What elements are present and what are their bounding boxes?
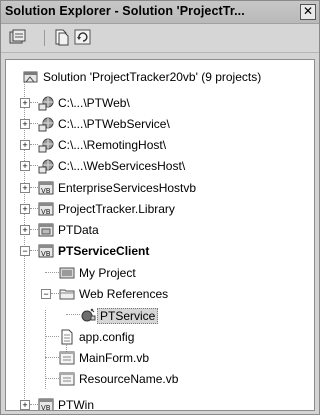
expand-toggle[interactable]: + — [20, 183, 30, 193]
expand-toggle[interactable]: + — [20, 161, 30, 171]
svg-text:VB: VB — [41, 187, 51, 195]
tree-item-label: Web References — [79, 287, 169, 301]
tree-guide-line — [45, 378, 59, 379]
web-project-icon — [38, 95, 54, 111]
tree-guide-line — [30, 102, 38, 103]
tree-guide-line — [51, 293, 59, 294]
tree-item-label: C:\...\RemotingHost\ — [58, 138, 167, 152]
toolbar — [1, 24, 319, 53]
tree-item[interactable]: + C:\...\PTWebService\ — [6, 115, 306, 133]
form-file-icon — [59, 350, 75, 366]
expand-toggle[interactable]: + — [20, 98, 30, 108]
tree-item-label: C:\...\PTWebService\ — [58, 117, 170, 131]
tree-item-label: C:\...\WebServicesHost\ — [58, 159, 186, 173]
tree-item[interactable]: + C:\...\PTWeb\ — [6, 94, 306, 112]
tree-item[interactable]: − VB PTServiceClient — [6, 242, 306, 260]
tree-item-label: EnterpriseServicesHostvb — [58, 181, 197, 195]
tree-guide-line — [30, 404, 38, 405]
solution-explorer-window: Solution Explorer - Solution 'ProjectTr.… — [0, 0, 320, 415]
tree-guide-line — [30, 229, 38, 230]
tree-guide-line — [30, 144, 38, 145]
tree-item[interactable]: + C:\...\RemotingHost\ — [6, 136, 306, 154]
data-project-icon — [38, 222, 54, 238]
tree-solution-node[interactable]: Solution 'ProjectTracker20vb' (9 project… — [6, 68, 306, 86]
tree-item-label: PTServiceClient — [58, 244, 150, 258]
properties-icon[interactable] — [9, 29, 27, 46]
web-service-icon — [80, 307, 96, 323]
tree-item[interactable]: + C:\...\WebServicesHost\ — [6, 157, 306, 175]
refresh-icon[interactable] — [74, 29, 92, 46]
tree-item-label: C:\...\PTWeb\ — [58, 96, 130, 110]
folder-icon — [59, 286, 75, 302]
tree-item[interactable]: − Web References — [6, 285, 306, 303]
expand-toggle[interactable]: + — [20, 400, 30, 410]
my-project-icon — [59, 265, 75, 281]
tree-item[interactable]: My Project — [6, 264, 306, 282]
collapse-toggle[interactable]: − — [20, 246, 30, 256]
config-file-icon — [59, 329, 75, 345]
expand-toggle[interactable]: + — [20, 119, 30, 129]
tree-item-label: ProjectTracker.Library — [58, 202, 175, 216]
form-file-icon — [59, 371, 75, 387]
expand-toggle[interactable]: + — [20, 140, 30, 150]
vb-project-icon: VB — [38, 243, 54, 259]
tree-item-label: PTWin — [58, 398, 94, 411]
tree-item[interactable]: + VB PTWin — [6, 396, 306, 411]
title-bar[interactable]: Solution Explorer - Solution 'ProjectTr.… — [1, 1, 319, 24]
svg-text:VB: VB — [41, 250, 51, 258]
expand-toggle[interactable]: + — [20, 204, 30, 214]
svg-text:VB: VB — [41, 404, 51, 411]
window-title: Solution Explorer - Solution 'ProjectTr.… — [5, 4, 245, 18]
vb-project-icon: VB — [38, 180, 54, 196]
vb-project-icon: VB — [38, 201, 54, 217]
solution-label: Solution 'ProjectTracker20vb' (9 project… — [43, 70, 262, 84]
tree-item-label: My Project — [79, 266, 136, 280]
tree-item[interactable]: + VB ProjectTracker.Library — [6, 200, 306, 218]
svg-text:VB: VB — [41, 208, 51, 216]
tree-guide-line — [30, 208, 38, 209]
tree-guide-line — [45, 272, 59, 273]
collapse-toggle[interactable]: − — [41, 289, 51, 299]
web-project-icon — [38, 116, 54, 132]
tree-guide-line — [45, 336, 59, 337]
tree-guide-line — [30, 250, 38, 251]
tree-item-label: ResourceName.vb — [79, 372, 179, 386]
tree-item-label: PTService — [97, 308, 159, 324]
close-button[interactable]: ✕ — [300, 4, 316, 20]
tree-item[interactable]: + PTData — [6, 221, 306, 239]
tree-item-label: MainForm.vb — [79, 351, 150, 365]
tree-guide-line — [30, 123, 38, 124]
web-project-icon — [38, 137, 54, 153]
toolbar-separator — [44, 30, 45, 46]
tree-item[interactable]: ResourceName.vb — [6, 370, 306, 388]
expand-toggle[interactable]: + — [20, 225, 30, 235]
tree-item[interactable]: MainForm.vb — [6, 349, 306, 367]
tree-item-label: PTData — [58, 223, 99, 237]
solution-tree[interactable]: Solution 'ProjectTracker20vb' (9 project… — [5, 59, 315, 411]
tree-item[interactable]: PTService — [6, 306, 306, 324]
vb-project-icon: VB — [38, 397, 54, 411]
show-all-files-icon[interactable] — [53, 29, 71, 46]
tree-guide-line — [30, 165, 38, 166]
tree-item-label: app.config — [79, 330, 135, 344]
tree-guide-line — [30, 187, 38, 188]
tree-item[interactable]: + VB EnterpriseServicesHostvb — [6, 179, 306, 197]
tree-guide-line — [66, 314, 80, 315]
tree-item[interactable]: app.config — [6, 328, 306, 346]
tree-guide-line — [45, 357, 59, 358]
web-project-icon — [38, 158, 54, 174]
solution-icon — [23, 69, 39, 85]
